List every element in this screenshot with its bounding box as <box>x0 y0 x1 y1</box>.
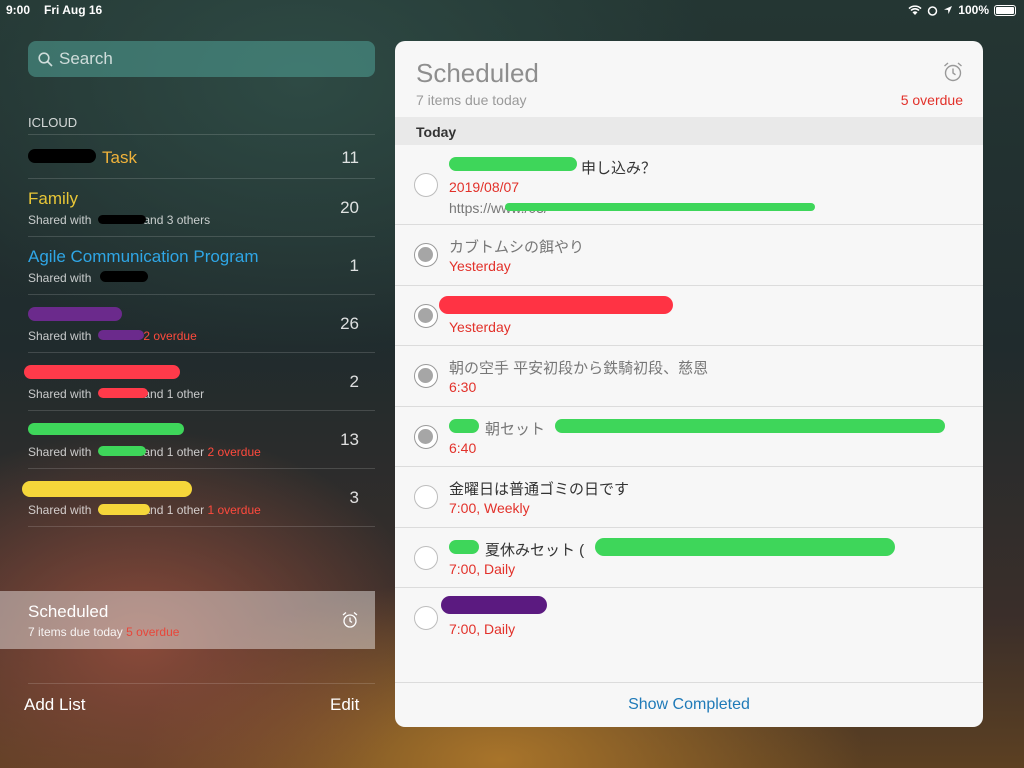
reminder-date: Yesterday <box>449 318 511 335</box>
panel-overdue-count: 5 overdue <box>900 92 963 108</box>
reminder-title: カブトムシの餌やり <box>449 239 585 256</box>
search-placeholder: Search <box>59 49 113 68</box>
status-indicators: 100% <box>908 3 1016 17</box>
list-item[interactable]: Shared with and 1 other 2 overdue 13 <box>28 411 375 469</box>
reminder-item[interactable]: カブトムシの餌やり Yesterday <box>395 225 983 286</box>
complete-checkbox[interactable] <box>414 545 438 570</box>
complete-checkbox[interactable] <box>414 485 438 509</box>
list-count: 13 <box>340 430 359 449</box>
reminder-title: 朝セット <box>485 420 546 438</box>
reminder-date: 7:00, Weekly <box>449 500 530 516</box>
redaction-scribble <box>449 157 577 171</box>
battery-percent: 100% <box>958 3 989 17</box>
icloud-section-header: ICLOUD <box>28 115 78 130</box>
list-item[interactable]: Shared with and 1 other 1 overdue 3 <box>22 469 375 527</box>
list-item[interactable]: Shared with 2 overdue 26 <box>28 295 375 353</box>
redaction-scribble <box>24 365 180 379</box>
redaction-scribble <box>449 539 479 554</box>
complete-checkbox[interactable] <box>414 243 438 267</box>
redaction-scribble <box>449 418 479 433</box>
list-item[interactable]: Task 11 <box>28 135 375 179</box>
redaction-scribble <box>439 295 673 314</box>
redaction-scribble <box>28 423 184 435</box>
search-icon <box>38 51 53 67</box>
list-subtitle: Shared with <box>28 271 92 285</box>
list-name: Task <box>102 148 137 167</box>
reminder-date: 7:00, Daily <box>449 560 516 577</box>
redaction-scribble <box>505 203 815 211</box>
add-list-button[interactable]: Add List <box>24 695 85 715</box>
search-input[interactable]: Search <box>28 41 375 77</box>
scheduled-title: Scheduled <box>28 602 109 621</box>
redaction-scribble <box>595 537 895 556</box>
battery-icon <box>994 4 1016 16</box>
edit-button[interactable]: Edit <box>330 695 359 715</box>
reminder-title: 夏休みセット ( <box>485 541 585 559</box>
today-section-header: Today <box>395 117 983 145</box>
status-date: Fri Aug 16 <box>44 3 103 17</box>
redaction-scribble <box>441 596 547 614</box>
reminder-date: 2019/08/07 <box>449 179 520 195</box>
list-item[interactable]: Agile Communication Program Shared with … <box>28 237 375 295</box>
reminder-item[interactable]: Yesterday <box>395 286 983 346</box>
list-count: 20 <box>340 198 359 217</box>
divider <box>28 683 375 684</box>
reminder-lists: Task 11 Family Shared with and 3 others 2… <box>22 134 375 527</box>
list-count: 1 <box>349 256 359 275</box>
redaction-scribble <box>98 388 148 398</box>
redaction-scribble <box>98 215 146 224</box>
reminder-title: 朝の空手 平安初段から鉄騎初段、慈恩 <box>449 360 709 377</box>
reminder-item[interactable]: 金曜日は普通ゴミの日です 7:00, Weekly <box>395 467 983 528</box>
alarm-clock-icon <box>342 612 358 628</box>
status-time: 9:00 <box>6 3 31 17</box>
complete-checkbox[interactable] <box>414 424 438 449</box>
alarm-status-icon <box>928 5 938 16</box>
reminder-title: 金曜日は普通ゴミの日です <box>449 481 630 498</box>
panel-title: Scheduled <box>416 58 539 88</box>
list-count: 11 <box>341 148 359 167</box>
complete-checkbox[interactable] <box>414 173 438 197</box>
list-count: 2 <box>349 372 359 391</box>
reminder-title: 申し込み？ <box>581 160 657 177</box>
wifi-icon <box>908 4 922 15</box>
list-item[interactable]: Shared with and 1 other 2 <box>24 353 375 411</box>
show-completed-button[interactable]: Show Completed <box>395 682 983 727</box>
reminder-item[interactable]: 朝の空手 平安初段から鉄騎初段、慈恩 6:30 <box>395 346 983 407</box>
redaction-scribble <box>98 446 146 456</box>
redaction-scribble <box>22 481 192 497</box>
list-name: Family <box>28 189 79 208</box>
scheduled-subtitle: 7 items due today 5 overdue <box>28 625 180 639</box>
redaction-scribble <box>28 149 96 163</box>
redaction-scribble <box>555 418 945 433</box>
reminder-date: 7:00, Daily <box>449 621 516 637</box>
reminder-item[interactable]: 申し込み？ 2019/08/07 https://www./03/ <box>395 145 983 225</box>
list-count: 26 <box>340 314 359 333</box>
redaction-scribble <box>28 307 122 321</box>
reminder-date: Yesterday <box>449 258 511 274</box>
complete-checkbox[interactable] <box>414 606 438 630</box>
scheduled-panel: Scheduled 7 items due today 5 overdue To… <box>395 41 983 727</box>
panel-due-count: 7 items due today <box>416 92 527 108</box>
list-count: 3 <box>349 488 359 507</box>
reminder-items: 申し込み？ 2019/08/07 https://www./03/ カブトムシの… <box>395 145 983 649</box>
location-icon <box>944 6 953 14</box>
status-bar: 9:00 Fri Aug 16 100% <box>0 0 1024 20</box>
reminder-date: 6:40 <box>449 439 477 456</box>
list-item[interactable]: Family Shared with and 3 others 20 <box>28 179 375 237</box>
reminder-item[interactable]: 7:00, Daily <box>395 588 983 649</box>
redaction-scribble <box>98 504 150 515</box>
complete-checkbox[interactable] <box>414 303 438 328</box>
alarm-clock-icon[interactable] <box>942 61 964 83</box>
redaction-scribble <box>100 271 148 282</box>
complete-checkbox[interactable] <box>414 364 438 388</box>
list-name: Agile Communication Program <box>28 247 259 266</box>
scheduled-list-item[interactable]: Scheduled 7 items due today 5 overdue <box>0 591 375 649</box>
reminder-item[interactable]: 夏休みセット ( 7:00, Daily <box>395 528 983 588</box>
reminder-date: 6:30 <box>449 379 477 395</box>
reminder-item[interactable]: 朝セット 6:40 <box>395 407 983 467</box>
redaction-scribble <box>98 330 144 340</box>
